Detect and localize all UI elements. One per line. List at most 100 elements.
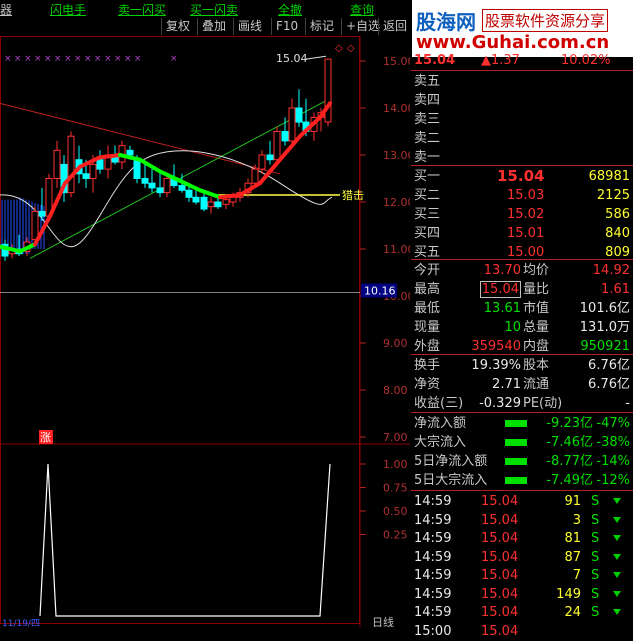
side-label: 猎击 <box>342 188 364 202</box>
buy-price: 15.01 <box>507 226 545 241</box>
stat-label: 流通 <box>523 377 550 392</box>
signal-mark: × <box>34 54 42 64</box>
sub-label: 1.00 <box>383 458 408 471</box>
divider <box>411 490 633 491</box>
kline-chart[interactable]: 15.0014.0013.0012.0011.0010.009.008.007.… <box>0 36 410 627</box>
tick-row-0: 14:59 15.04 91 S <box>411 492 633 511</box>
candle-body <box>96 159 104 170</box>
tick-side: S <box>591 512 600 528</box>
chart-toolbar: 复权 叠加 画线 F10 标记 +自选 返回 <box>0 17 410 36</box>
buy-label: 买四 <box>414 226 441 241</box>
sell-level-0: 卖五 <box>411 72 633 91</box>
signal-mark: × <box>14 54 22 64</box>
tick-arrow-icon <box>613 498 621 504</box>
buy-price: 15.03 <box>507 188 545 203</box>
signal-mark: × <box>104 54 112 64</box>
tick-arrow-icon <box>613 590 621 597</box>
tick-volume: 87 <box>564 549 581 565</box>
tick-side: S <box>591 531 600 546</box>
stat2-row-1: 净资 2.71 流通 6.76亿 <box>411 375 633 394</box>
candle-body <box>148 182 156 189</box>
candle-body <box>156 187 164 194</box>
tick-arrow-icon <box>613 516 621 523</box>
date-label: 11/19/四 <box>2 619 40 627</box>
flow-label: 净流入额 <box>414 416 467 431</box>
rise-tag: 涨 <box>40 431 51 444</box>
tick-price: 15.04 <box>481 494 519 509</box>
last-price: 15.04 <box>414 53 456 68</box>
flow-row-0: 净流入额 -9.23亿 -47% <box>411 414 633 433</box>
ma-segment <box>218 192 242 200</box>
stat-value: 10 <box>504 320 521 335</box>
tick-side: S <box>591 568 600 583</box>
tick-row-1: 14:59 15.04 3 S <box>411 511 633 530</box>
divider <box>411 259 633 260</box>
flow-pct: -14% <box>596 454 630 469</box>
buy-volume: 68981 <box>588 169 630 184</box>
toolbar-button-2[interactable]: 画线 <box>233 18 266 35</box>
toolbar-button-1[interactable]: 叠加 <box>197 18 230 35</box>
candle-body <box>178 185 186 191</box>
sub-label: 0.25 <box>383 529 408 542</box>
tick-price: 15.04 <box>481 623 519 639</box>
signal-mark: × <box>4 54 12 64</box>
quote-panel: 15.04 ▲1.37 10.02% 卖五 卖四 卖三 卖二 卖一 买一 15.04 68981 买二… <box>411 36 633 639</box>
top-tab-1[interactable]: 闪电手 <box>50 1 86 18</box>
stat-value: 19.39% <box>471 358 521 373</box>
signal-mark: × <box>24 54 32 64</box>
stat-label: 最低 <box>414 301 441 316</box>
candle-body <box>288 107 296 142</box>
stat-value: 6.76亿 <box>588 377 630 392</box>
buy-label: 买三 <box>414 207 441 222</box>
tick-price: 15.04 <box>481 512 519 528</box>
divider <box>411 354 633 355</box>
candle-body <box>38 210 46 217</box>
top-tab-5[interactable]: 查询 <box>350 1 374 18</box>
tick-price: 15.04 <box>481 586 519 602</box>
buy-price: 15.04 <box>497 167 545 185</box>
stat-label: 换手 <box>414 358 441 373</box>
buy-price: 15.02 <box>507 207 545 222</box>
tick-row-6: 14:59 15.04 24 S <box>411 603 633 622</box>
flow-row-2: 5日净流入额 -8.77亿 -14% <box>411 452 633 471</box>
tick-volume: 91 <box>564 494 581 509</box>
stat-value: 13.70 <box>483 263 521 278</box>
stat2-row-2: 收益(三) -0.329 PE(动) - <box>411 394 633 413</box>
candle-body <box>133 159 141 179</box>
flow-label: 5日净流入额 <box>414 454 488 469</box>
tick-time: 14:59 <box>414 494 452 509</box>
flow-label: 大宗流入 <box>414 435 467 450</box>
top-tab-4[interactable]: 全撤 <box>278 1 302 18</box>
toolbar-button-6[interactable]: 返回 <box>378 18 411 35</box>
candle-body <box>251 168 259 184</box>
tick-arrow-icon <box>613 572 621 578</box>
candle-body <box>185 189 193 198</box>
sell-level-1: 卖四 <box>411 91 633 110</box>
toolbar-button-3[interactable]: F10 <box>271 18 302 35</box>
top-tab-3[interactable]: 买一闪卖 <box>190 1 238 18</box>
sell-label: 卖四 <box>414 93 441 108</box>
stat-row-3: 现量 10 总量 131.0万 <box>411 318 633 337</box>
tick-row-2: 14:59 15.04 81 S <box>411 529 633 548</box>
flow-pct: -47% <box>596 416 630 431</box>
tick-price: 15.04 <box>481 531 519 546</box>
tick-row-4: 14:59 15.04 7 S <box>411 566 633 585</box>
toolbar-button-0[interactable]: 复权 <box>161 18 194 35</box>
stat-value: 2.71 <box>492 377 521 392</box>
candle-body <box>214 201 222 208</box>
top-tab-2[interactable]: 卖一闪买 <box>118 1 166 18</box>
toolbar-button-4[interactable]: 标记 <box>305 18 338 35</box>
signal-mark: × <box>44 54 52 64</box>
stat-label: 股本 <box>523 358 550 373</box>
tick-arrow-icon <box>613 535 621 541</box>
stat-label: 量比 <box>523 282 550 297</box>
candle-body <box>324 58 332 123</box>
tick-time: 14:59 <box>414 512 452 528</box>
price-label: 11.00 <box>383 243 410 256</box>
top-tab-0[interactable]: 器 <box>0 1 12 18</box>
sell-label: 卖二 <box>414 131 441 146</box>
sub-label: 0.75 <box>383 482 408 495</box>
logo-main: 股海网 <box>416 10 476 34</box>
price-label: 13.00 <box>383 149 410 162</box>
stat-row-2: 最低 13.61 市值 101.6亿 <box>411 299 633 318</box>
